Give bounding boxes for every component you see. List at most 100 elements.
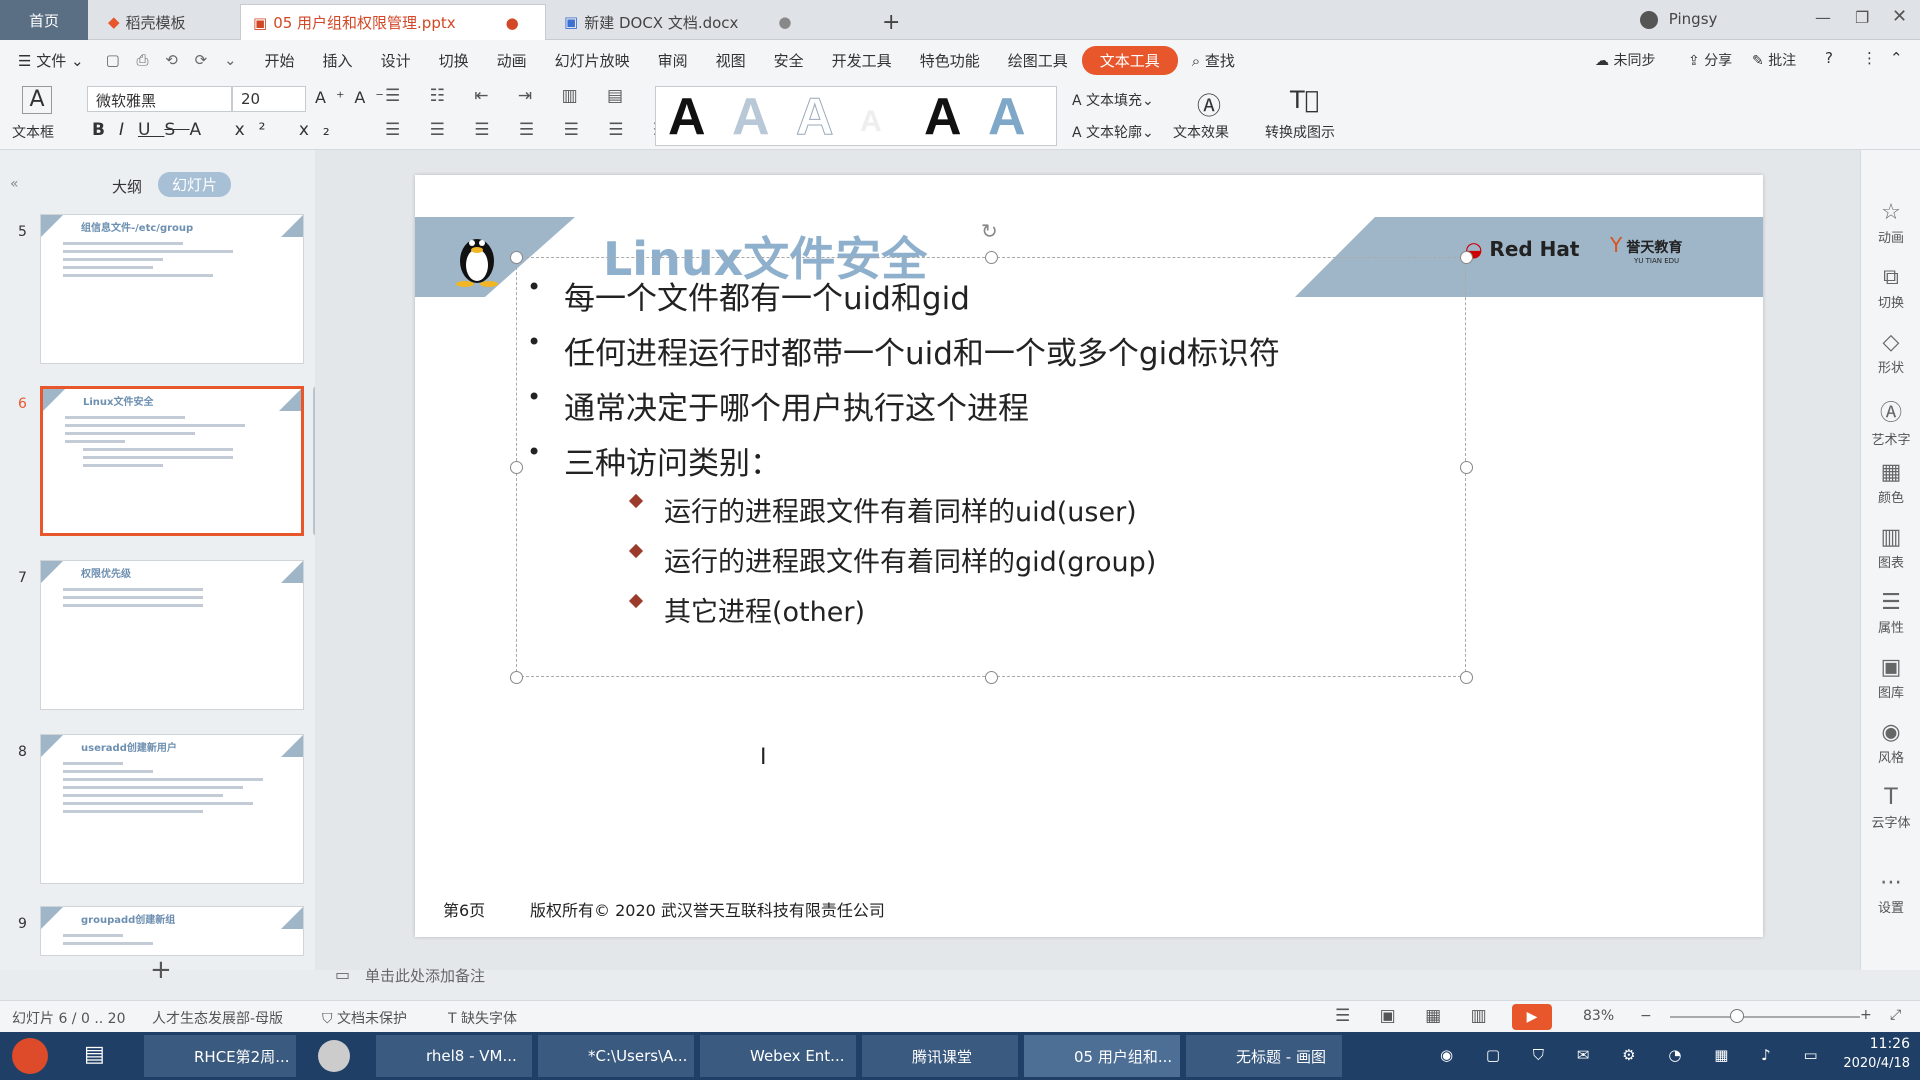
resize-handle-w[interactable] bbox=[510, 461, 523, 474]
help-icon[interactable]: ? bbox=[1825, 49, 1833, 67]
textbox-icon[interactable]: A bbox=[22, 86, 52, 114]
slide-thumbnail-9[interactable]: groupadd创建新组 bbox=[40, 906, 304, 956]
menu-drawing-tools[interactable]: 绘图工具 bbox=[994, 50, 1082, 71]
menu-developer[interactable]: 开发工具 bbox=[818, 50, 906, 71]
start-button-icon[interactable] bbox=[12, 1038, 48, 1074]
slide-thumbnail-7[interactable]: 权限优先级 bbox=[40, 560, 304, 710]
zoom-slider[interactable] bbox=[1670, 1016, 1860, 1018]
minimize-icon[interactable]: — bbox=[1815, 8, 1831, 27]
taskbar-item[interactable]: *C:\Users\A... bbox=[538, 1035, 694, 1077]
resize-handle-s[interactable] bbox=[985, 671, 998, 684]
text-effect-label[interactable]: 文本效果 bbox=[1173, 122, 1229, 142]
play-slideshow-icon[interactable]: ▶ bbox=[1512, 1004, 1552, 1030]
taskbar-item[interactable]: 无标题 - 画图 bbox=[1186, 1035, 1342, 1077]
style-light-blue[interactable]: A bbox=[732, 87, 770, 147]
clock-time[interactable]: 11:26 bbox=[1800, 1036, 1910, 1052]
pinned-s-icon[interactable] bbox=[318, 1040, 350, 1072]
restore-icon[interactable]: ❐ bbox=[1855, 8, 1869, 27]
sidebar-settings[interactable]: ⋯ 设置 bbox=[1861, 870, 1920, 916]
style-black-shadow[interactable]: A bbox=[924, 87, 962, 147]
fit-window-icon[interactable]: ⤢ bbox=[1890, 1007, 1901, 1023]
resize-handle-nw[interactable] bbox=[510, 251, 523, 264]
text-fill-button[interactable]: A 文本填充⌄ bbox=[1072, 90, 1154, 110]
style-outline[interactable]: A bbox=[796, 87, 835, 147]
zoom-out-icon[interactable]: − bbox=[1640, 1008, 1652, 1024]
sub-bullet-item[interactable]: 运行的进程跟文件有着同样的uid(user) bbox=[628, 490, 1137, 529]
more-icon[interactable]: ⋮ bbox=[1862, 49, 1877, 67]
resize-handle-ne[interactable] bbox=[1460, 251, 1473, 264]
close-icon[interactable]: ✕ bbox=[1892, 6, 1907, 27]
slide-thumbnail-5[interactable]: 组信息文件-/etc/group bbox=[40, 214, 304, 364]
tab-docx-document[interactable]: ▣ 新建 DOCX 文档.docx ● bbox=[552, 4, 852, 40]
taskbar-item-active[interactable]: 05 用户组和... bbox=[1024, 1035, 1180, 1077]
share-button[interactable]: ⇪ 分享 bbox=[1688, 50, 1732, 70]
collapse-ribbon-icon[interactable]: ⌃ bbox=[1890, 49, 1903, 67]
text-outline-button[interactable]: A 文本轮廓⌄ bbox=[1072, 122, 1154, 142]
style-black-bold[interactable]: A bbox=[668, 87, 706, 147]
sidebar-color[interactable]: ▦ 颜色 bbox=[1861, 460, 1920, 506]
system-tray-icons[interactable]: ◉ ▢ ⛉ ✉ ⚙ ◔ ▦ ♪ ▭ bbox=[1440, 1046, 1832, 1064]
bullet-item[interactable]: • 通常决定于哪个用户执行这个进程 bbox=[527, 383, 1029, 428]
tab-home[interactable]: 首页 bbox=[0, 0, 88, 40]
new-tab-button[interactable]: + bbox=[870, 4, 912, 40]
bullet-item[interactable]: • 三种访问类别： bbox=[527, 438, 781, 483]
sidebar-wordart[interactable]: Ⓐ 艺术字 bbox=[1861, 395, 1920, 448]
collapse-panel-icon[interactable]: « bbox=[10, 176, 19, 192]
sidebar-shapes[interactable]: ◇ 形状 bbox=[1861, 330, 1920, 376]
doc-protect-status[interactable]: ⛉ 文档未保护 bbox=[322, 1008, 407, 1028]
file-menu[interactable]: ☰ 文件 ⌄ bbox=[0, 50, 98, 71]
clock-date[interactable]: 2020/4/18 bbox=[1800, 1056, 1910, 1071]
style-faint[interactable]: A bbox=[860, 105, 882, 139]
menu-slideshow[interactable]: 幻灯片放映 bbox=[541, 50, 644, 71]
text-effect-icon[interactable]: Ⓐ bbox=[1197, 86, 1221, 121]
sidebar-animation[interactable]: ☆ 动画 bbox=[1861, 200, 1920, 246]
sidebar-gallery[interactable]: ▣ 图库 bbox=[1861, 655, 1920, 701]
slide-thumbnail-8[interactable]: useradd创建新用户 bbox=[40, 734, 304, 884]
resize-handle-sw[interactable] bbox=[510, 671, 523, 684]
convert-smartart-icon[interactable]: T⃞ bbox=[1290, 86, 1319, 114]
tab-docer-templates[interactable]: ◆ 稻壳模板 bbox=[96, 4, 236, 40]
bullet-item[interactable]: • 每一个文件都有一个uid和gid bbox=[527, 273, 970, 318]
sub-bullet-item[interactable]: 运行的进程跟文件有着同样的gid(group) bbox=[628, 540, 1156, 579]
sidebar-cloud-font[interactable]: T 云字体 bbox=[1861, 785, 1920, 831]
tab-outline[interactable]: 大纲 bbox=[112, 176, 142, 197]
resize-handle-n[interactable] bbox=[985, 251, 998, 264]
sub-bullet-item[interactable]: 其它进程(other) bbox=[628, 590, 865, 629]
menu-security[interactable]: 安全 bbox=[760, 50, 818, 71]
resize-handle-e[interactable] bbox=[1460, 461, 1473, 474]
sidebar-chart[interactable]: ▥ 图表 bbox=[1861, 525, 1920, 571]
template-name[interactable]: 人才生态发展部-母版 bbox=[152, 1008, 283, 1028]
comment-button[interactable]: ✎ 批注 bbox=[1752, 50, 1796, 70]
zoom-level[interactable]: 83% bbox=[1583, 1008, 1614, 1024]
font-size-buttons[interactable]: A⁺A⁻ bbox=[315, 88, 394, 107]
font-name-select[interactable]: 微软雅黑 bbox=[87, 86, 232, 112]
style-blue-gradient[interactable]: A bbox=[988, 87, 1026, 147]
zoom-in-icon[interactable]: + bbox=[1860, 1007, 1872, 1023]
notes-area[interactable]: ▭ 单击此处添加备注 bbox=[315, 960, 1860, 990]
font-style-buttons[interactable]: BIUSA x² x₂ bbox=[92, 120, 344, 140]
sidebar-transition[interactable]: ⧉ 切换 bbox=[1861, 265, 1920, 311]
taskbar-item[interactable]: rhel8 - VM... bbox=[376, 1035, 532, 1077]
add-slide-button[interactable]: + bbox=[150, 955, 172, 985]
sync-status[interactable]: ☁ 未同步 bbox=[1595, 50, 1655, 70]
zoom-slider-thumb[interactable] bbox=[1730, 1009, 1744, 1023]
sidebar-properties[interactable]: ☰ 属性 bbox=[1861, 590, 1920, 636]
tab-pptx-document[interactable]: ▣ 05 用户组和权限管理.pptx ● bbox=[240, 4, 546, 40]
menu-insert[interactable]: 插入 bbox=[309, 50, 367, 71]
menu-start[interactable]: 开始 bbox=[251, 50, 309, 71]
menu-text-tools[interactable]: 文本工具 bbox=[1081, 45, 1178, 75]
tab-slides[interactable]: 幻灯片 bbox=[158, 172, 232, 197]
sidebar-style[interactable]: ◉ 风格 bbox=[1861, 720, 1920, 766]
menu-transition[interactable]: 切换 bbox=[425, 50, 483, 71]
text-style-gallery[interactable]: A A A A A A bbox=[655, 86, 1057, 147]
menu-review[interactable]: 审阅 bbox=[644, 50, 702, 71]
pinned-app-icon[interactable]: ▤ bbox=[84, 1042, 105, 1067]
menu-animation[interactable]: 动画 bbox=[483, 50, 541, 71]
taskbar-item[interactable]: Webex Ent... bbox=[700, 1035, 856, 1077]
taskbar-item[interactable]: RHCE第2周... bbox=[144, 1035, 296, 1077]
taskbar-item[interactable]: 腾讯课堂 bbox=[862, 1035, 1018, 1077]
menu-design[interactable]: 设计 bbox=[367, 50, 425, 71]
slide[interactable]: Linux文件安全 ◒ Red Hat Y 誉天教育 YU TIAN EDU ↻… bbox=[415, 175, 1763, 937]
rotate-handle-icon[interactable]: ↻ bbox=[981, 219, 998, 243]
missing-font-status[interactable]: T 缺失字体 bbox=[448, 1008, 517, 1028]
